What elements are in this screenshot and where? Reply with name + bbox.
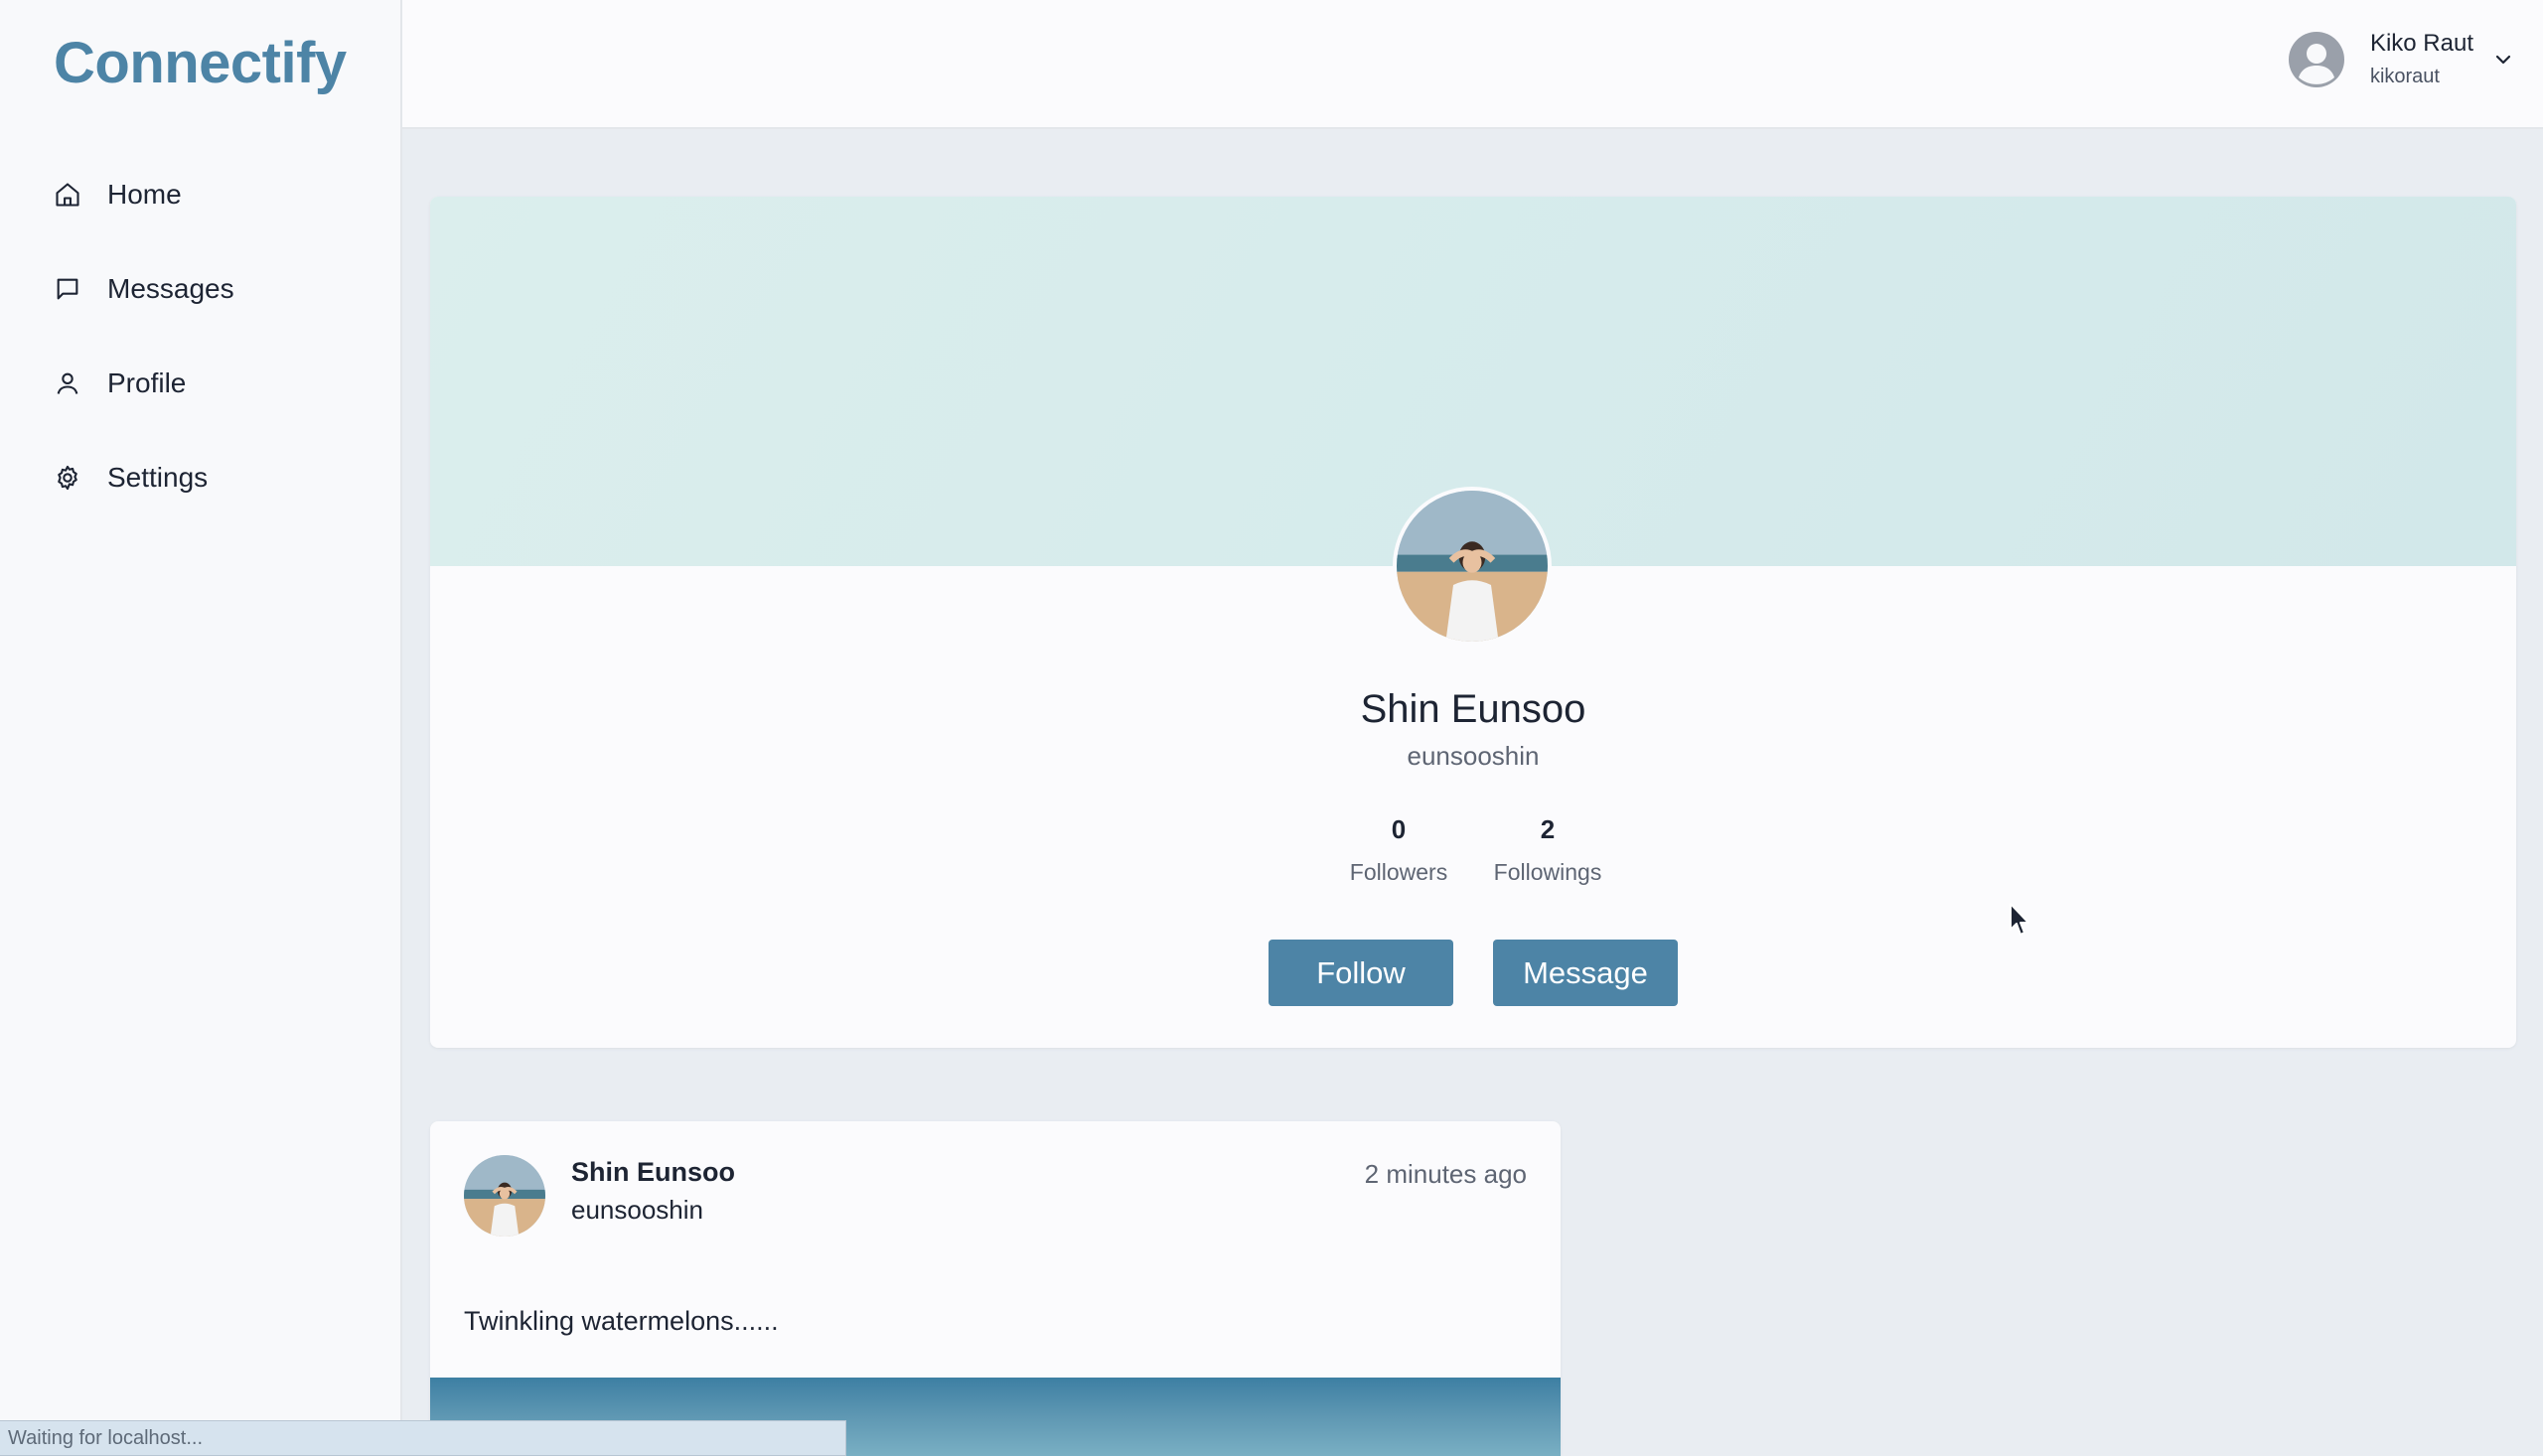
user-info: Kiko Raut kikoraut [2370, 30, 2473, 88]
sidebar: Connectify Home Messages Profile Setting… [0, 0, 402, 1456]
message-button[interactable]: Message [1493, 940, 1678, 1006]
profile-actions: Follow Message [430, 940, 2516, 1006]
mouse-cursor-icon [2010, 903, 2029, 936]
sidebar-item-profile[interactable]: Profile [0, 336, 400, 430]
user-circle-icon [2288, 31, 2344, 87]
post-author-handle: eunsooshin [571, 1195, 703, 1225]
sidebar-item-settings[interactable]: Settings [0, 430, 400, 524]
followers-label: Followers [1349, 859, 1448, 885]
gear-icon [54, 464, 81, 492]
followers-count: 0 [1391, 814, 1407, 844]
browser-status-bar: Waiting for localhost... [0, 1420, 846, 1456]
profile-name: Shin Eunsoo [1360, 687, 1586, 731]
chevron-down-icon[interactable] [2491, 48, 2515, 72]
profile-card: Shin Eunsoo eunsooshin 0 Followers 2 Fol… [430, 197, 2516, 1048]
followings-label: Followings [1493, 859, 1602, 885]
message-square-icon [54, 275, 81, 303]
sidebar-nav: Home Messages Profile Settings [0, 147, 400, 524]
profile-avatar[interactable] [1393, 487, 1552, 646]
sidebar-item-label: Settings [107, 461, 209, 493]
profile-handle: eunsooshin [1407, 741, 1540, 771]
sidebar-item-home[interactable]: Home [0, 147, 400, 241]
post-author-avatar[interactable] [464, 1155, 545, 1237]
post-timestamp: 2 minutes ago [1364, 1159, 1527, 1189]
sidebar-item-label: Profile [107, 366, 187, 398]
sidebar-item-label: Messages [107, 272, 234, 304]
followers-stat[interactable]: 0 Followers [1344, 814, 1453, 886]
post-text: Twinkling watermelons...... [464, 1306, 779, 1336]
profile-stats: 0 Followers 2 Followings [430, 814, 2516, 886]
followings-count: 2 [1540, 814, 1556, 844]
user-name: Kiko Raut [2369, 30, 2473, 57]
follow-button[interactable]: Follow [1269, 940, 1453, 1006]
app-logo[interactable]: Connectify [54, 30, 347, 96]
user-menu[interactable]: Kiko Raut kikoraut [2288, 30, 2515, 88]
user-handle: kikoraut [2369, 66, 2440, 87]
top-bar: Kiko Raut kikoraut [402, 0, 2543, 129]
sidebar-item-label: Home [107, 178, 182, 210]
sidebar-item-messages[interactable]: Messages [0, 241, 400, 336]
avatar-photo [1397, 491, 1548, 642]
followings-stat[interactable]: 2 Followings [1493, 814, 1602, 886]
post-author-name[interactable]: Shin Eunsoo [571, 1157, 735, 1188]
home-icon [54, 181, 81, 209]
post-card: Shin Eunsoo eunsooshin 2 minutes ago Twi… [430, 1121, 1561, 1456]
user-icon [54, 369, 81, 397]
avatar-photo [464, 1155, 545, 1237]
